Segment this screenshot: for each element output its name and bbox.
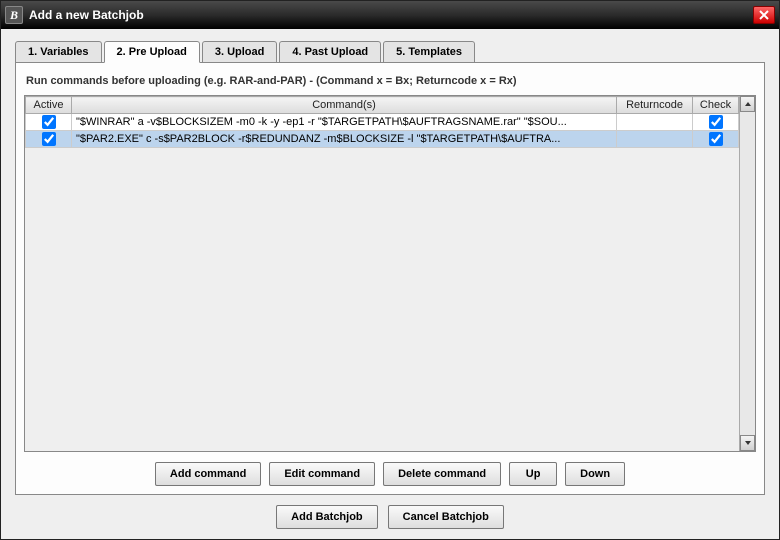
delete-command-button[interactable]: Delete command	[383, 462, 501, 486]
add-command-button[interactable]: Add command	[155, 462, 261, 486]
chevron-up-icon	[744, 100, 752, 108]
app-icon: B	[5, 6, 23, 24]
tab-templates[interactable]: 5. Templates	[383, 41, 475, 63]
col-active[interactable]: Active	[26, 97, 72, 114]
dialog-window: B Add a new Batchjob 1. Variables 2. Pre…	[0, 0, 780, 540]
window-title: Add a new Batchjob	[29, 8, 753, 22]
close-button[interactable]	[753, 6, 775, 24]
check-checkbox[interactable]	[709, 115, 723, 129]
tab-variables[interactable]: 1. Variables	[15, 41, 102, 63]
dialog-body: 1. Variables 2. Pre Upload 3. Upload 4. …	[1, 29, 779, 539]
tabstrip: 1. Variables 2. Pre Upload 3. Upload 4. …	[15, 41, 765, 63]
command-cell: "$PAR2.EXE" c -s$PAR2BLOCK -r$REDUNDANZ …	[72, 131, 617, 148]
add-batchjob-button[interactable]: Add Batchjob	[276, 505, 378, 529]
cancel-batchjob-button[interactable]: Cancel Batchjob	[388, 505, 504, 529]
tab-pane: Run commands before uploading (e.g. RAR-…	[15, 62, 765, 495]
commands-table-wrap: Active Command(s) Returncode Check "$WIN…	[24, 95, 756, 452]
scroll-down-button[interactable]	[740, 435, 755, 451]
tab-upload[interactable]: 3. Upload	[202, 41, 278, 63]
close-icon	[759, 10, 769, 20]
edit-command-button[interactable]: Edit command	[269, 462, 375, 486]
active-checkbox[interactable]	[42, 132, 56, 146]
chevron-down-icon	[744, 439, 752, 447]
col-check[interactable]: Check	[693, 97, 739, 114]
instruction-label: Run commands before uploading (e.g. RAR-…	[26, 75, 754, 87]
table-row[interactable]: "$PAR2.EXE" c -s$PAR2BLOCK -r$REDUNDANZ …	[26, 131, 739, 148]
dialog-buttons-row: Add Batchjob Cancel Batchjob	[15, 495, 765, 529]
command-cell: "$WINRAR" a -v$BLOCKSIZEM -m0 -k -y -ep1…	[72, 114, 617, 131]
tab-past-upload[interactable]: 4. Past Upload	[279, 41, 381, 63]
scroll-up-button[interactable]	[740, 96, 755, 112]
command-buttons-row: Add command Edit command Delete command …	[24, 462, 756, 486]
scrollbar-track[interactable]	[740, 112, 755, 435]
active-checkbox[interactable]	[42, 115, 56, 129]
returncode-cell	[617, 131, 693, 148]
vertical-scrollbar[interactable]	[739, 96, 755, 451]
titlebar: B Add a new Batchjob	[1, 1, 779, 29]
tab-pre-upload[interactable]: 2. Pre Upload	[104, 41, 200, 63]
commands-table: Active Command(s) Returncode Check "$WIN…	[25, 96, 739, 148]
move-up-button[interactable]: Up	[509, 462, 557, 486]
table-row[interactable]: "$WINRAR" a -v$BLOCKSIZEM -m0 -k -y -ep1…	[26, 114, 739, 131]
move-down-button[interactable]: Down	[565, 462, 625, 486]
col-returncode[interactable]: Returncode	[617, 97, 693, 114]
check-checkbox[interactable]	[709, 132, 723, 146]
commands-table-content: Active Command(s) Returncode Check "$WIN…	[25, 96, 739, 451]
returncode-cell	[617, 114, 693, 131]
col-command[interactable]: Command(s)	[72, 97, 617, 114]
